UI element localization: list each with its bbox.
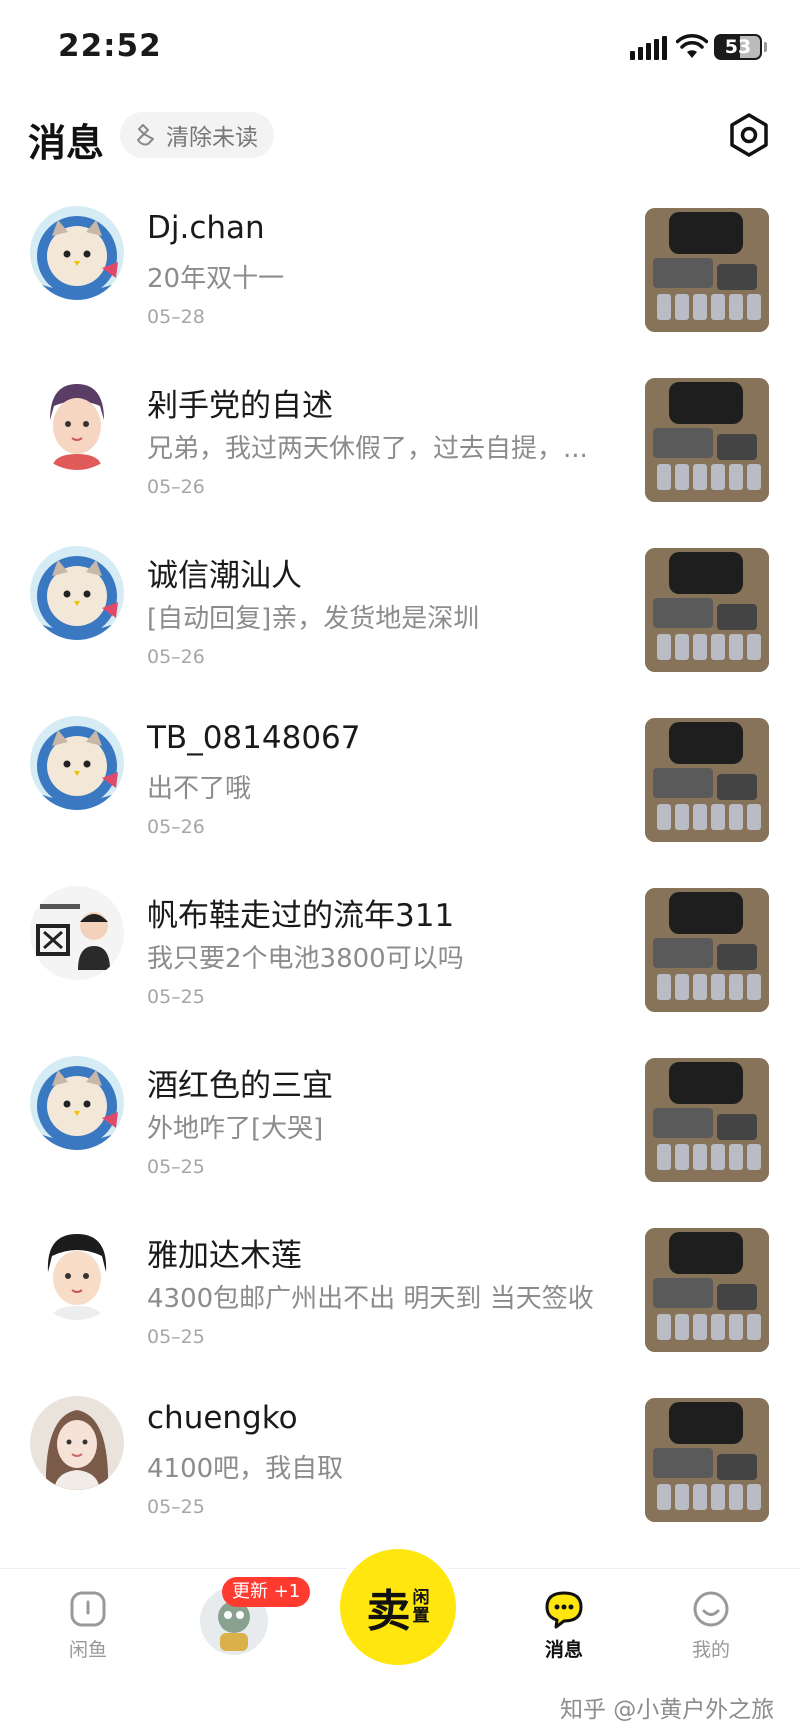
message-preview: 外地咋了[大哭] [147, 1114, 324, 1144]
sender-name: TB_08148067 [147, 720, 361, 756]
tab-messages-label: 消息 [544, 1639, 583, 1661]
tab-home-label: 闲鱼 [68, 1639, 107, 1661]
sender-name: 帆布鞋走过的流年311 [147, 898, 455, 934]
message-preview: 兄弟，我过两天休假了，过去自提，... [147, 434, 588, 464]
tab-messages[interactable]: 消息 [514, 1589, 614, 1662]
message-item[interactable]: 诚信潮汕人 [自动回复]亲，发货地是深圳 05–26 [0, 520, 800, 690]
clear-unread-label: 清除未读 [166, 125, 258, 151]
message-item[interactable]: 酒红色的三宜 外地咋了[大哭] 05–25 [0, 1030, 800, 1200]
settings-icon[interactable] [726, 112, 772, 158]
avatar [30, 716, 124, 810]
message-date: 05–25 [147, 1326, 205, 1348]
message-date: 05–25 [147, 1496, 205, 1518]
sender-name: 诚信潮汕人 [147, 558, 302, 594]
message-list: Dj.chan 20年双十一 05–28 剁手党的自述 兄弟，我过两天休假了，过… [0, 180, 800, 1540]
header: 消息 清除未读 [0, 96, 800, 176]
sell-sub-1: 闲 [412, 1588, 430, 1608]
chat-bubble-icon [545, 1591, 583, 1629]
message-item[interactable]: 剁手党的自述 兄弟，我过两天休假了，过去自提，... 05–26 [0, 350, 800, 520]
tab-mine[interactable]: 我的 [661, 1589, 761, 1662]
message-preview: 20年双十一 [147, 264, 285, 294]
wifi-icon [676, 34, 708, 58]
avatar [30, 546, 124, 640]
message-date: 05–26 [147, 816, 205, 838]
battery-icon: 53 [714, 34, 767, 60]
avatar [30, 376, 124, 470]
item-thumbnail [645, 1398, 769, 1522]
sender-name: Dj.chan [147, 210, 265, 246]
home-icon [70, 1591, 106, 1627]
message-date: 05–26 [147, 476, 205, 498]
broom-icon [137, 124, 154, 146]
sender-name: 剁手党的自述 [147, 388, 333, 424]
item-thumbnail [645, 1228, 769, 1352]
message-preview: 出不了哦 [147, 774, 252, 804]
item-thumbnail [645, 1058, 769, 1182]
smile-icon [693, 1591, 729, 1627]
message-item[interactable]: TB_08148067 出不了哦 05–26 [0, 690, 800, 860]
message-item[interactable]: chuengko 4100吧，我自取 05–25 [0, 1370, 800, 1540]
message-preview: 我只要2个电池3800可以吗 [147, 944, 464, 974]
avatar [30, 1056, 124, 1150]
sender-name: 雅加达木莲 [147, 1238, 302, 1274]
message-preview: [自动回复]亲，发货地是深圳 [147, 604, 480, 634]
tab-home[interactable]: 闲鱼 [38, 1589, 138, 1662]
sell-button[interactable]: 卖 闲 置 [340, 1549, 456, 1665]
page-title: 消息 [28, 121, 105, 165]
clear-unread-button[interactable]: 清除未读 [120, 112, 274, 158]
status-time: 22:52 [58, 28, 162, 64]
message-preview: 4300包邮广州出不出 明天到 当天签收 [147, 1284, 594, 1314]
message-item[interactable]: Dj.chan 20年双十一 05–28 [0, 180, 800, 350]
item-thumbnail [645, 718, 769, 842]
battery-level: 53 [724, 36, 752, 58]
message-date: 05–25 [147, 1156, 205, 1178]
item-thumbnail [645, 208, 769, 332]
sender-name: 酒红色的三宜 [147, 1068, 333, 1104]
status-bar: 22:52 53 [0, 0, 800, 96]
avatar [30, 886, 124, 980]
message-date: 05–28 [147, 306, 205, 328]
message-preview: 4100吧，我自取 [147, 1454, 344, 1484]
watermark: 知乎 @小黄户外之旅 [560, 1697, 775, 1723]
item-thumbnail [645, 378, 769, 502]
item-thumbnail [645, 548, 769, 672]
tab-mine-label: 我的 [691, 1639, 730, 1661]
message-item[interactable]: 雅加达木莲 4300包邮广州出不出 明天到 当天签收 05–25 [0, 1200, 800, 1370]
avatar [30, 1226, 124, 1320]
avatar [30, 1396, 124, 1490]
sell-button-sublabel: 闲 置 [413, 1589, 430, 1625]
message-date: 05–25 [147, 986, 205, 1008]
update-badge: 更新 +1 [222, 1577, 311, 1607]
avatar [30, 206, 124, 300]
message-date: 05–26 [147, 646, 205, 668]
item-thumbnail [645, 888, 769, 1012]
message-item[interactable]: 帆布鞋走过的流年311 我只要2个电池3800可以吗 05–25 [0, 860, 800, 1030]
sell-button-label: 卖 [366, 1586, 411, 1637]
cellular-signal-icon [630, 36, 667, 60]
sell-sub-2: 置 [412, 1606, 430, 1626]
sender-name: chuengko [147, 1400, 298, 1436]
